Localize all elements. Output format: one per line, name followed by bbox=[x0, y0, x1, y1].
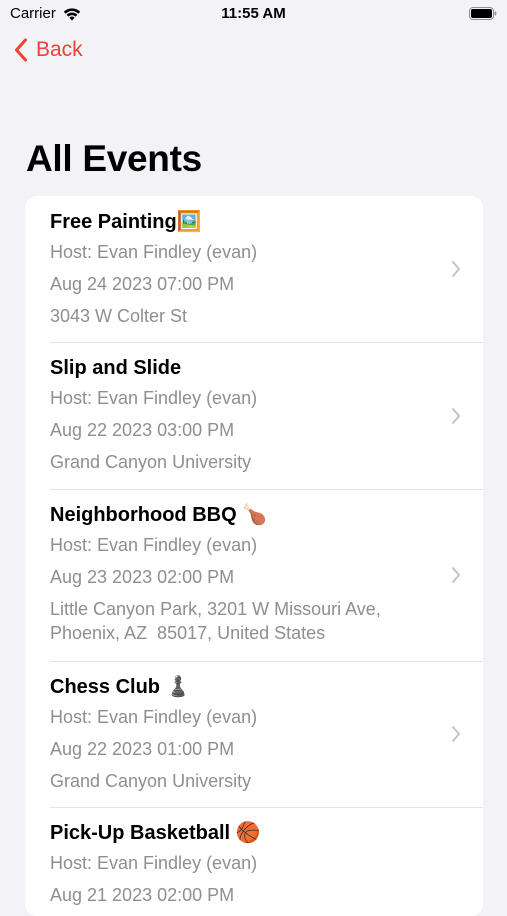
event-host: Host: Evan Findley (evan) bbox=[50, 853, 258, 873]
event-row[interactable]: Free Painting🖼️ Host: Evan Findley (evan… bbox=[25, 196, 483, 342]
chevron-right-icon bbox=[452, 261, 460, 277]
chevron-right-icon bbox=[452, 407, 460, 424]
event-location: 3043 W Colter St bbox=[50, 306, 188, 326]
event-title: Free Painting🖼️ bbox=[50, 211, 202, 233]
event-host: Host: Evan Findley (evan) bbox=[50, 242, 258, 262]
battery-icon bbox=[469, 7, 497, 20]
event-row[interactable]: Chess Club ♟️ Host: Evan Findley (evan) … bbox=[25, 661, 483, 807]
event-location: Grand Canyon University bbox=[50, 771, 252, 791]
event-list: Free Painting🖼️ Host: Evan Findley (evan… bbox=[25, 196, 483, 916]
event-date: Aug 24 2023 07:00 PM bbox=[50, 274, 235, 294]
event-date: Aug 22 2023 03:00 PM bbox=[50, 420, 235, 440]
event-date: Aug 23 2023 02:00 PM bbox=[50, 567, 235, 587]
event-location: Little Canyon Park, 3201 W Missouri Ave,… bbox=[50, 599, 381, 643]
status-time: 11:55 AM bbox=[221, 5, 286, 22]
event-host: Host: Evan Findley (evan) bbox=[50, 707, 258, 727]
event-title: Neighborhood BBQ 🍗 bbox=[50, 504, 268, 526]
chevron-right-icon bbox=[452, 567, 460, 583]
event-location: Grand Canyon University bbox=[50, 452, 252, 472]
event-host: Host: Evan Findley (evan) bbox=[50, 388, 258, 408]
event-date: Aug 21 2023 02:00 PM bbox=[50, 885, 235, 905]
event-title: Pick-Up Basketball 🏀 bbox=[50, 822, 261, 844]
event-title: Slip and Slide bbox=[50, 357, 182, 379]
event-row[interactable]: Slip and Slide Host: Evan Findley (evan)… bbox=[25, 342, 483, 489]
chevron-right-icon bbox=[452, 726, 460, 742]
event-title: Chess Club ♟️ bbox=[50, 676, 191, 698]
page-title: All Events bbox=[26, 138, 202, 179]
event-row[interactable]: Neighborhood BBQ 🍗 Host: Evan Findley (e… bbox=[25, 489, 483, 661]
event-date: Aug 22 2023 01:00 PM bbox=[50, 739, 235, 759]
status-bar: Carrier 11:55 AM bbox=[0, 0, 507, 30]
event-host: Host: Evan Findley (evan) bbox=[50, 535, 258, 555]
back-label: Back bbox=[36, 38, 83, 61]
back-button[interactable]: Back bbox=[14, 38, 83, 62]
chevron-left-icon bbox=[15, 38, 27, 62]
